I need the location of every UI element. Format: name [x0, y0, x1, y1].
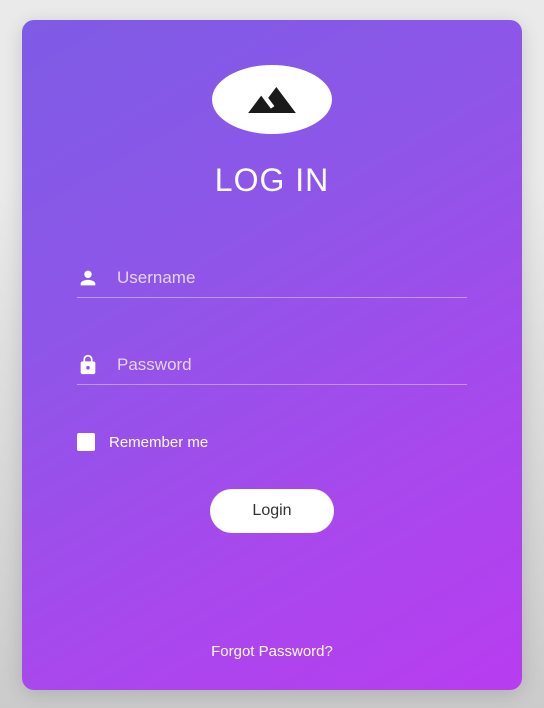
- password-row: [77, 346, 467, 385]
- remember-row: Remember me: [77, 433, 467, 451]
- forgot-password-link[interactable]: Forgot Password?: [211, 643, 333, 660]
- mountain-icon: [246, 74, 298, 126]
- lock-icon: [77, 354, 99, 376]
- username-row: [77, 259, 467, 298]
- password-input[interactable]: [117, 355, 467, 375]
- logo-circle: [212, 65, 332, 134]
- person-icon: [77, 267, 99, 289]
- username-input[interactable]: [117, 268, 467, 288]
- login-button[interactable]: Login: [210, 489, 333, 533]
- remember-label: Remember me: [109, 434, 208, 451]
- login-card: LOG IN Remember me Login Forgot Password…: [22, 20, 522, 690]
- remember-checkbox[interactable]: [77, 433, 95, 451]
- page-title: LOG IN: [215, 162, 329, 199]
